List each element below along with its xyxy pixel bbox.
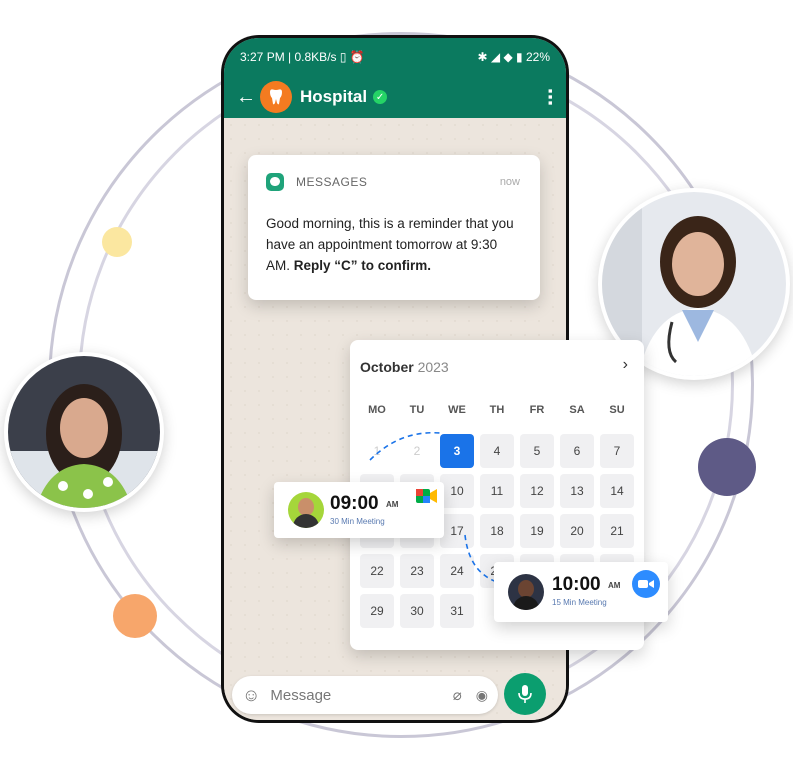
calendar-day[interactable]: 6 [560, 434, 594, 468]
weekday-label: SU [609, 404, 625, 416]
calendar-header: October 2023 [360, 359, 449, 375]
weekday-label: TH [489, 404, 505, 416]
chat-title[interactable]: Hospital [300, 87, 367, 107]
decorative-dot [113, 594, 157, 638]
calendar-day[interactable]: 12 [520, 474, 554, 508]
zoom-icon [632, 570, 660, 598]
back-arrow-icon[interactable]: ← [236, 86, 256, 109]
calendar-day[interactable]: 21 [600, 514, 634, 548]
calendar-month: October [360, 359, 414, 375]
decorative-dot [102, 227, 132, 257]
notification-cta: Reply “C” to confirm. [293, 258, 432, 273]
verified-icon: ✓ [373, 90, 388, 104]
meeting-avatar-1 [288, 492, 324, 528]
attach-icon[interactable]: ⌀ [453, 686, 462, 704]
notification-time: now [499, 176, 520, 188]
meeting-duration-2: 15 Min Meeting [552, 598, 607, 607]
signal-icon: ◢ [490, 50, 501, 64]
calendar-day[interactable]: 7 [600, 434, 634, 468]
calendar-year: 2023 [417, 359, 449, 375]
notification-app-name: MESSAGES [296, 175, 368, 189]
calendar-day[interactable]: 14 [600, 474, 634, 508]
calendar-day[interactable]: 13 [560, 474, 594, 508]
google-meet-icon [416, 489, 437, 503]
weekday-label: MO [368, 404, 386, 416]
battery-level: 22% [525, 50, 550, 64]
chat-header: ← Hospital ✓ ⋯ [224, 76, 566, 118]
status-left: 3:27 PM | 0.8KB/s ▯ ⏰ [240, 50, 365, 64]
vibrate-icon: ▯ [339, 50, 347, 64]
emoji-icon[interactable]: ☺ [242, 685, 260, 706]
wifi-icon: ◆ [503, 50, 513, 64]
weekday-label: FR [529, 404, 545, 416]
camera-icon[interactable]: ◉ [476, 687, 488, 704]
status-bar: 3:27 PM | 0.8KB/s ▯ ⏰ ✱ ◢ ◆ ▮ 22% [224, 38, 566, 76]
next-month-chevron-icon[interactable]: › [623, 356, 628, 374]
meeting-ampm-2: AM [608, 581, 621, 590]
mic-button[interactable] [504, 673, 546, 715]
message-placeholder[interactable]: Message [270, 687, 331, 704]
weekday-label: WE [448, 404, 466, 416]
weekday-label: SA [569, 404, 585, 416]
alarm-icon: ⏰ [349, 50, 365, 64]
calendar-day[interactable]: 19 [520, 514, 554, 548]
tooth-icon [270, 89, 282, 105]
weekday-label: TU [409, 404, 425, 416]
notification-body: Good morning, this is a reminder that yo… [266, 213, 522, 276]
patient-avatar [4, 352, 164, 512]
status-right: ✱ ◢ ◆ ▮ 22% [477, 50, 550, 64]
meeting-avatar-2 [508, 574, 544, 610]
battery-icon: ▮ [516, 50, 523, 64]
mic-icon [518, 685, 532, 703]
status-network: 0.8KB/s [294, 50, 337, 64]
calendar-day[interactable]: 20 [560, 514, 594, 548]
meeting-card-1[interactable]: 09:00 AM 30 Min Meeting [274, 482, 444, 538]
patient-photo [8, 356, 160, 508]
calendar-day[interactable]: 5 [520, 434, 554, 468]
status-time: 3:27 PM [240, 50, 285, 64]
meeting-card-2[interactable]: 10:00 AM 15 Min Meeting [494, 562, 668, 622]
messages-app-icon [266, 173, 284, 191]
meeting-ampm-1: AM [386, 500, 399, 509]
meeting-time-2: 10:00 [552, 574, 601, 595]
meeting-time-1: 09:00 [330, 493, 379, 514]
decorative-dot [698, 438, 756, 496]
bluetooth-icon: ✱ [477, 50, 488, 64]
notification-card[interactable]: MESSAGES now Good morning, this is a rem… [248, 155, 540, 300]
message-composer[interactable]: ☺ Message ⌀ ◉ [232, 676, 498, 714]
chat-avatar[interactable] [260, 81, 292, 113]
meeting-duration-1: 30 Min Meeting [330, 517, 385, 526]
more-options-icon[interactable]: ⋯ [540, 88, 560, 106]
